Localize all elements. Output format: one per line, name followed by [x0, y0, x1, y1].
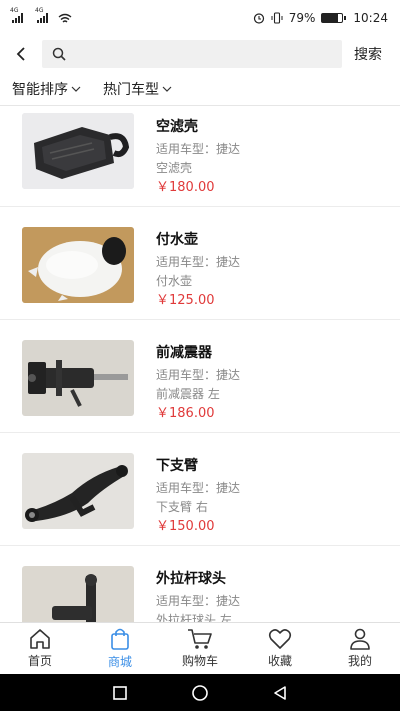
coolant-reservoir-image — [22, 227, 134, 303]
product-desc: 付水壶 — [156, 274, 193, 288]
search-button[interactable]: 搜索 — [354, 44, 382, 64]
product-desc: 下支臂 右 — [156, 500, 208, 514]
product-price: ￥125.00 — [156, 293, 215, 308]
heart-icon — [268, 629, 292, 649]
user-icon — [350, 628, 370, 650]
product-title: 外拉杆球头 — [156, 571, 226, 587]
battery-icon — [321, 13, 347, 23]
product-item[interactable]: 下支臂 适用车型：捷达 下支臂 右 ￥150.00 — [0, 433, 400, 546]
chevron-down-icon — [162, 86, 172, 92]
tab-mall[interactable]: 商城 — [80, 623, 160, 674]
product-model: 适用车型：捷达 — [156, 142, 241, 156]
battery-fill — [322, 14, 339, 22]
product-model: 适用车型：捷达 — [156, 368, 241, 382]
search-icon — [52, 47, 66, 61]
product-item[interactable]: 外拉杆球头 适用车型：捷达 外拉杆球头 左 — [0, 546, 400, 622]
tab-favorites[interactable]: 收藏 — [240, 623, 320, 674]
wifi-icon — [58, 13, 72, 23]
tab-favorites-label: 收藏 — [267, 654, 292, 668]
cart-icon — [188, 629, 212, 649]
vibrate-icon — [271, 12, 283, 24]
product-model: 适用车型：捷达 — [156, 255, 241, 269]
tab-cart-label: 购物车 — [181, 654, 218, 668]
chevron-down-icon — [71, 86, 81, 92]
back-button[interactable] — [0, 36, 42, 72]
product-info: 下支臂 适用车型：捷达 下支臂 右 ￥150.00 — [156, 453, 386, 537]
product-title: 付水壶 — [156, 232, 198, 248]
product-desc: 前减震器 左 — [156, 387, 220, 401]
control-arm-image — [22, 453, 134, 529]
product-item[interactable]: 空滤壳 适用车型：捷达 空滤壳 ￥180.00 — [0, 106, 400, 207]
product-model: 适用车型：捷达 — [156, 481, 241, 495]
chevron-left-icon — [16, 47, 25, 61]
filter-car-model-label: 热门车型 — [103, 81, 159, 98]
product-info: 空滤壳 适用车型：捷达 空滤壳 ￥180.00 — [156, 114, 386, 198]
product-info: 前减震器 适用车型：捷达 前减震器 左 ￥186.00 — [156, 340, 386, 424]
tab-home-label: 首页 — [27, 654, 52, 668]
clock: 10:24 — [353, 11, 388, 25]
product-model: 适用车型：捷达 — [156, 594, 241, 608]
product-price: ￥150.00 — [156, 519, 215, 534]
recent-apps-icon[interactable] — [112, 685, 128, 701]
product-info: 外拉杆球头 适用车型：捷达 外拉杆球头 左 — [156, 566, 386, 622]
network-type-1: 4G — [10, 7, 19, 14]
filter-sort[interactable]: 智能排序 — [12, 79, 81, 99]
status-left: 4G 4G — [10, 7, 72, 24]
status-right: 79% 10:24 — [253, 11, 388, 25]
search-bar: 搜索 — [0, 36, 400, 72]
battery-percent: 79% — [288, 11, 316, 25]
product-info: 付水壶 适用车型：捷达 付水壶 ￥125.00 — [156, 227, 386, 311]
tab-home[interactable]: 首页 — [0, 623, 80, 674]
tab-mall-label: 商城 — [107, 655, 132, 669]
tab-mine-label: 我的 — [347, 654, 372, 668]
cell-signal-icon: 4G — [10, 7, 23, 23]
product-list: 空滤壳 适用车型：捷达 空滤壳 ￥180.00 付水壶 适用车型：捷达 付水壶 … — [0, 106, 400, 622]
bottom-tab-bar: 首页 商城 购物车 收藏 我的 — [0, 622, 400, 674]
shock-absorber-image — [22, 340, 134, 416]
network-type-2: 4G — [35, 7, 44, 14]
home-icon — [30, 629, 50, 649]
product-desc: 空滤壳 — [156, 161, 193, 175]
alarm-icon — [253, 13, 264, 24]
back-triangle-icon[interactable] — [272, 685, 288, 701]
product-title: 下支臂 — [156, 458, 198, 474]
product-item[interactable]: 付水壶 适用车型：捷达 付水壶 ￥125.00 — [0, 207, 400, 320]
product-item[interactable]: 前减震器 适用车型：捷达 前减震器 左 ￥186.00 — [0, 320, 400, 433]
product-price: ￥186.00 — [156, 406, 215, 421]
tab-cart[interactable]: 购物车 — [160, 623, 240, 674]
air-filter-housing-image — [22, 113, 134, 189]
cell-signal-2-icon: 4G — [35, 7, 48, 23]
search-box[interactable] — [42, 40, 342, 68]
shopping-bag-icon — [111, 628, 129, 650]
status-bar: 4G 4G 79% 10:24 — [0, 0, 400, 36]
product-price: ￥180.00 — [156, 180, 215, 195]
tie-rod-end-image — [22, 566, 134, 622]
product-title: 空滤壳 — [156, 119, 198, 135]
home-circle-icon[interactable] — [191, 684, 209, 702]
filter-car-model[interactable]: 热门车型 — [103, 79, 172, 99]
search-input[interactable] — [72, 46, 332, 62]
product-desc: 外拉杆球头 左 — [156, 613, 232, 622]
filter-bar: 智能排序 热门车型 — [0, 72, 400, 106]
tab-mine[interactable]: 我的 — [320, 623, 400, 674]
product-title: 前减震器 — [156, 345, 212, 361]
system-nav-bar — [0, 674, 400, 711]
filter-sort-label: 智能排序 — [12, 81, 68, 98]
